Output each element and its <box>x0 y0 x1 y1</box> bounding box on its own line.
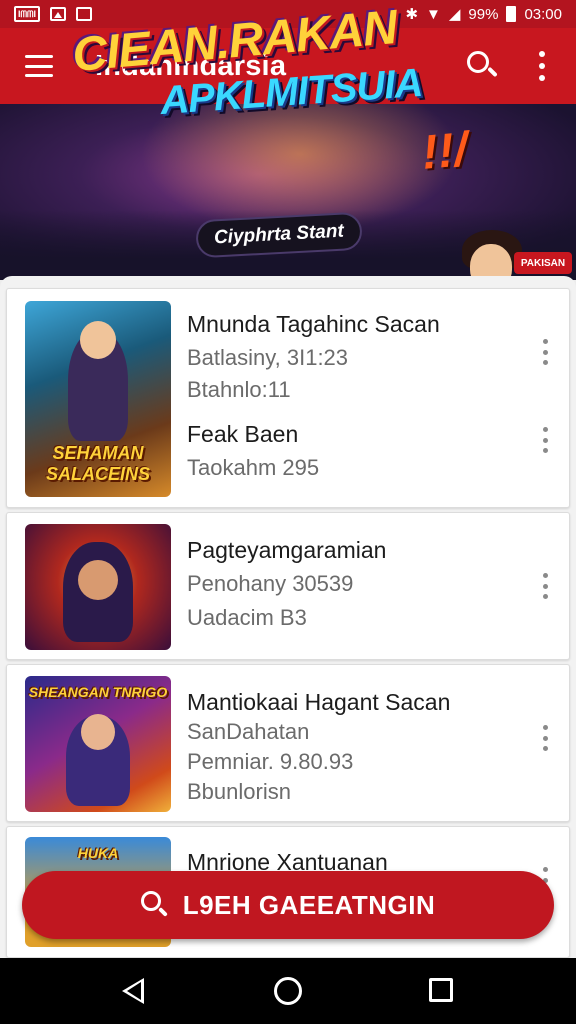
item-detail: Uadacim B3 <box>187 605 307 630</box>
list-card[interactable]: SHEANGAN TNRIGO Mantiokaai Hagant Sacan … <box>6 664 570 822</box>
game-thumbnail <box>25 524 171 650</box>
item-detail: Penohany 30539 <box>187 571 354 596</box>
back-icon[interactable] <box>122 978 144 1004</box>
item-title: Mantiokaai Hagant Sacan <box>187 689 451 715</box>
system-nav-bar <box>0 958 576 1024</box>
image-notification-icon <box>50 7 66 21</box>
banner-exclaim: !!/ <box>419 123 470 180</box>
screenshot-notification-icon <box>76 7 92 21</box>
item-detail: Btahnlo:11 <box>187 377 291 402</box>
item-title: Mnunda Tagahinc Sacan <box>187 311 440 337</box>
game-thumbnail: SEHAMAN SALACEINS <box>25 301 171 497</box>
item-detail: Batlasiny, 3I1:23 <box>187 345 349 370</box>
more-vert-icon[interactable] <box>541 339 549 365</box>
search-icon <box>140 891 169 919</box>
item-subtitle: Feak Baen <box>187 421 299 447</box>
list-card[interactable]: SEHAMAN SALACEINS Mnunda Tagahinc Sacan … <box>6 288 570 508</box>
cta-label: L9EH GAEEATNGIN <box>182 889 436 920</box>
item-title: Pagteyamgaramian <box>187 537 387 563</box>
banner-badge: PAKISAN <box>514 252 572 274</box>
signal-icon: ▼ <box>426 5 441 23</box>
thumbnail-label: HUKA <box>77 845 119 861</box>
item-detail: SanDahatan <box>187 719 310 744</box>
item-detail: Pemniar. 9.80.93 <box>187 749 354 774</box>
thumbnail-label: SEHAMAN SALACEINS <box>45 443 150 484</box>
recent-apps-icon[interactable] <box>429 978 453 1002</box>
battery-icon <box>506 6 517 22</box>
game-thumbnail: SHEANGAN TNRIGO <box>25 676 171 812</box>
item-detail: Bbunlorisn <box>187 779 291 804</box>
bluetooth-icon: ✱ <box>405 6 419 23</box>
cellular-icon: ◢ <box>448 6 461 23</box>
more-vert-icon[interactable] <box>541 725 549 751</box>
more-vert-icon[interactable] <box>541 573 549 599</box>
clock: 03:00 <box>524 5 562 23</box>
more-vert-icon[interactable] <box>537 51 547 81</box>
item-detail: Taokahm 295 <box>187 455 320 480</box>
menu-icon[interactable] <box>25 55 53 77</box>
search-cta-button[interactable]: L9EH GAEEATNGIN <box>22 871 554 939</box>
promo-banner[interactable] <box>0 104 576 280</box>
list-card[interactable]: Pagteyamgaramian Penohany 30539 Uadacim … <box>6 512 570 660</box>
more-vert-icon[interactable] <box>541 427 549 453</box>
notification-badge: IᗰᗰI <box>14 6 40 22</box>
home-icon[interactable] <box>274 977 302 1005</box>
thumbnail-label: SHEANGAN TNRIGO <box>28 684 168 700</box>
battery-percent: 99% <box>468 5 499 23</box>
search-icon[interactable] <box>465 49 499 83</box>
